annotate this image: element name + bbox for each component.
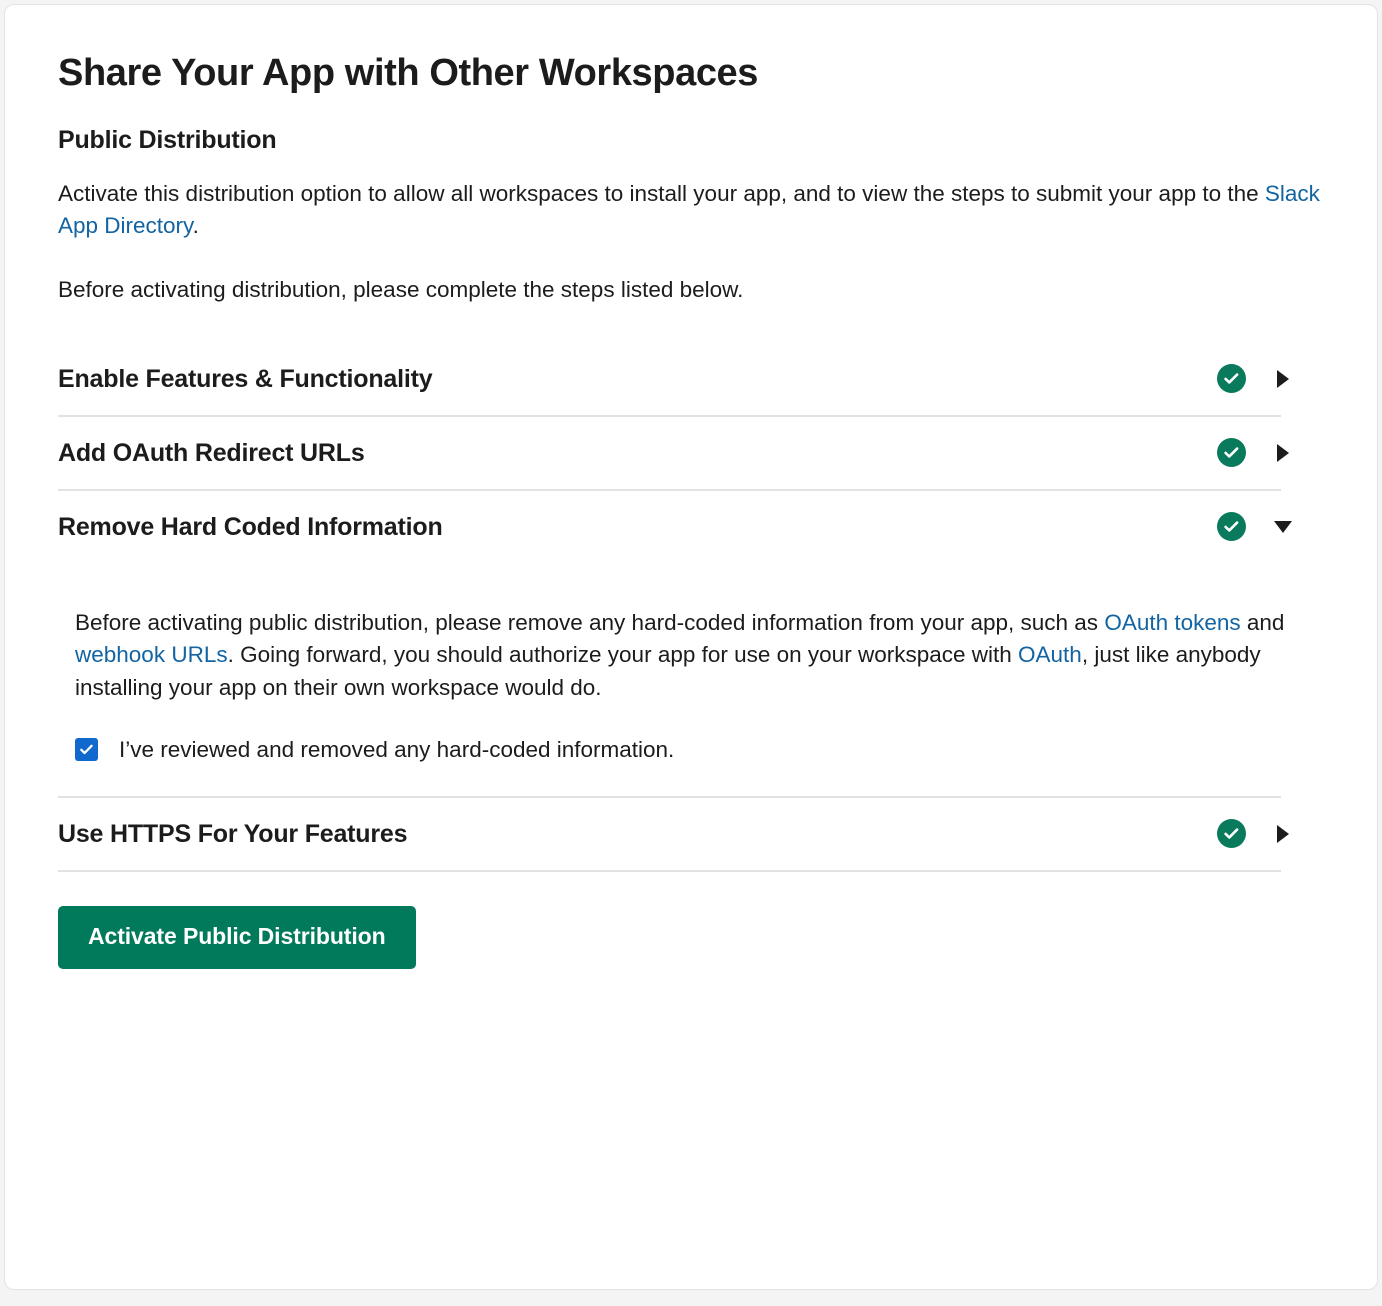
intro-paragraph: Activate this distribution option to all…: [58, 156, 1329, 243]
oauth-tokens-link[interactable]: OAuth tokens: [1104, 610, 1240, 635]
card-inner: Share Your App with Other Workspaces Pub…: [5, 5, 1377, 969]
caret-right-icon[interactable]: [1274, 370, 1292, 388]
activate-button-wrap: Activate Public Distribution: [58, 872, 1329, 969]
step-row-use-https[interactable]: Use HTTPS For Your Features: [58, 798, 1329, 870]
step-status-group: [1217, 438, 1329, 467]
check-circle-icon: [1217, 364, 1246, 393]
caret-down-icon[interactable]: [1274, 518, 1292, 536]
activate-public-distribution-button[interactable]: Activate Public Distribution: [58, 906, 416, 969]
step-row-enable-features[interactable]: Enable Features & Functionality: [58, 343, 1329, 415]
hard-coded-confirmation-row[interactable]: I’ve reviewed and removed any hard-coded…: [75, 705, 1329, 796]
panel-text-part3: . Going forward, you should authorize yo…: [228, 642, 1018, 667]
intro-paragraph-second: Before activating distribution, please c…: [58, 243, 1329, 307]
step-status-group: [1217, 364, 1329, 393]
check-circle-icon: [1217, 438, 1246, 467]
step-row-add-oauth-redirect-urls[interactable]: Add OAuth Redirect URLs: [58, 417, 1329, 489]
panel-text-part2: and: [1241, 610, 1285, 635]
distribution-card: Share Your App with Other Workspaces Pub…: [4, 4, 1378, 1290]
step-heading: Remove Hard Coded Information: [58, 512, 443, 542]
step-row-remove-hard-coded-information[interactable]: Remove Hard Coded Information: [58, 491, 1329, 563]
step-heading: Enable Features & Functionality: [58, 364, 432, 394]
page-title: Share Your App with Other Workspaces: [58, 5, 1329, 97]
webhook-urls-link[interactable]: webhook URLs: [75, 642, 228, 667]
step-panel-text: Before activating public distribution, p…: [75, 607, 1320, 705]
step-heading: Add OAuth Redirect URLs: [58, 438, 365, 468]
panel-text-part1: Before activating public distribution, p…: [75, 610, 1104, 635]
intro-text-part1: Activate this distribution option to all…: [58, 181, 1265, 206]
oauth-link[interactable]: OAuth: [1018, 642, 1082, 667]
step-status-group: [1217, 512, 1329, 541]
caret-right-icon[interactable]: [1274, 825, 1292, 843]
steps-list: Enable Features & Functionality Add OAut…: [58, 307, 1329, 872]
checkbox-checked-icon[interactable]: [75, 738, 98, 761]
section-title-public-distribution: Public Distribution: [58, 97, 1329, 156]
check-circle-icon: [1217, 512, 1246, 541]
step-panel-remove-hard-coded-information: Before activating public distribution, p…: [58, 563, 1329, 796]
intro-text-part2: .: [193, 213, 199, 238]
caret-right-icon[interactable]: [1274, 444, 1292, 462]
hard-coded-confirmation-label: I’ve reviewed and removed any hard-coded…: [119, 735, 674, 764]
check-circle-icon: [1217, 819, 1246, 848]
step-heading: Use HTTPS For Your Features: [58, 819, 407, 849]
step-status-group: [1217, 819, 1329, 848]
